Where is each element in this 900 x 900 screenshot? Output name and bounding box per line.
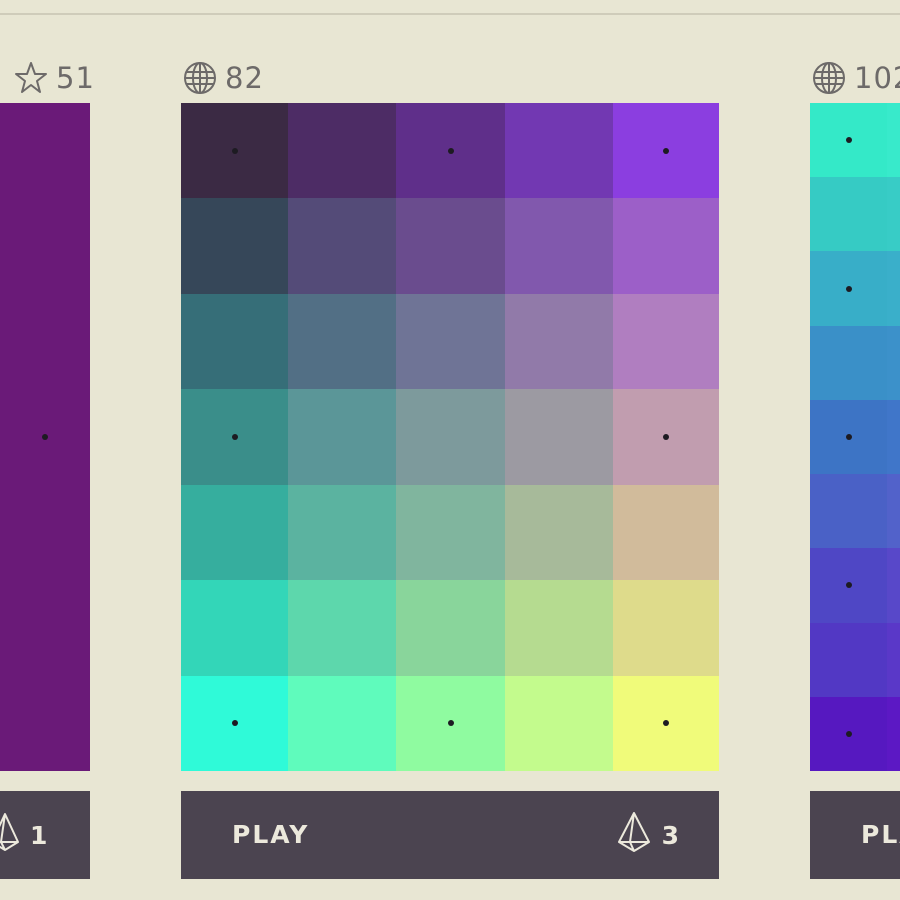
grid-tile[interactable]: [505, 675, 613, 771]
play-button[interactable]: PLAY: [810, 791, 900, 879]
fixed-tile-dot: [845, 285, 852, 292]
grid-tile[interactable]: [181, 484, 288, 581]
grid-tile[interactable]: [505, 484, 613, 581]
grid-tile[interactable]: [887, 103, 900, 178]
grid-tile[interactable]: [288, 293, 396, 390]
grid-tile[interactable]: [505, 293, 613, 390]
fixed-tile-dot: [42, 434, 48, 440]
grid-tile[interactable]: [396, 293, 505, 390]
grid-tile[interactable]: [181, 389, 288, 485]
moves-indicator: 3: [616, 791, 679, 879]
grid-tile[interactable]: [288, 389, 396, 485]
grid-tile[interactable]: [396, 389, 505, 485]
fixed-tile-dot: [663, 720, 669, 727]
level-number: 82: [225, 61, 264, 95]
grid-tile[interactable]: [505, 198, 613, 294]
grid-tile[interactable]: [505, 103, 613, 199]
moves-count: 1: [30, 820, 48, 850]
fixed-tile-dot: [447, 720, 454, 727]
grid-tile[interactable]: [288, 103, 396, 199]
grid-tile[interactable]: [181, 580, 288, 676]
grid-tile[interactable]: [887, 474, 900, 549]
level-number: 102: [854, 61, 900, 95]
top-divider: [0, 13, 900, 15]
star-icon: [14, 61, 48, 95]
grid-tile[interactable]: [181, 293, 288, 390]
color-grid[interactable]: [0, 103, 90, 771]
grid-tile[interactable]: [613, 675, 719, 771]
fixed-tile-dot: [845, 433, 852, 440]
pyramid-icon: [0, 812, 20, 858]
level-badge: 102: [812, 58, 900, 98]
fixed-tile-dot: [231, 433, 238, 440]
play-label: PLAY: [861, 820, 900, 849]
grid-tile[interactable]: [288, 198, 396, 294]
globe-icon: [812, 61, 846, 95]
grid-tile[interactable]: [396, 198, 505, 294]
grid-tile[interactable]: [810, 399, 887, 475]
fixed-tile-dot: [845, 582, 852, 589]
fixed-tile-dot: [231, 147, 238, 154]
level-number: 51: [56, 61, 95, 95]
color-grid[interactable]: [810, 103, 900, 771]
grid-tile[interactable]: [396, 580, 505, 676]
grid-tile[interactable]: [887, 251, 900, 326]
grid-tile[interactable]: [181, 675, 288, 771]
grid-tile[interactable]: [810, 622, 887, 697]
grid-tile[interactable]: [887, 325, 900, 400]
fixed-tile-dot: [663, 147, 669, 154]
fixed-tile-dot: [447, 147, 454, 154]
grid-tile[interactable]: [505, 580, 613, 676]
play-button[interactable]: PLAY 3: [181, 791, 719, 879]
fixed-tile-dot: [845, 730, 852, 737]
play-button[interactable]: 1: [0, 791, 90, 879]
pyramid-icon: [616, 811, 652, 859]
fixed-tile-dot: [231, 720, 238, 727]
play-label: PLAY: [232, 820, 310, 849]
level-badge: 82: [183, 58, 264, 98]
grid-tile[interactable]: [613, 389, 719, 485]
grid-tile[interactable]: [396, 103, 505, 199]
grid-tile[interactable]: [810, 325, 887, 400]
grid-tile[interactable]: [288, 675, 396, 771]
grid-tile[interactable]: [887, 696, 900, 771]
grid-tile[interactable]: [505, 389, 613, 485]
grid-tile[interactable]: [887, 622, 900, 697]
grid-tile[interactable]: [613, 484, 719, 581]
grid-tile[interactable]: [396, 675, 505, 771]
grid-tile[interactable]: [613, 580, 719, 676]
grid-tile[interactable]: [613, 103, 719, 199]
globe-icon: [183, 61, 217, 95]
moves-indicator: 1: [0, 791, 47, 879]
grid-tile[interactable]: [810, 251, 887, 326]
moves-count: 3: [661, 820, 679, 850]
grid-tile[interactable]: [288, 580, 396, 676]
grid-tile[interactable]: [0, 103, 90, 771]
fixed-tile-dot: [845, 137, 852, 144]
grid-tile[interactable]: [288, 484, 396, 581]
grid-tile[interactable]: [181, 103, 288, 199]
fixed-tile-dot: [663, 433, 669, 440]
grid-tile[interactable]: [613, 293, 719, 390]
grid-tile[interactable]: [810, 474, 887, 549]
grid-tile[interactable]: [613, 198, 719, 294]
grid-tile[interactable]: [887, 399, 900, 475]
grid-tile[interactable]: [810, 548, 887, 623]
grid-tile[interactable]: [810, 177, 887, 252]
grid-tile[interactable]: [181, 198, 288, 294]
level-badge: 51: [14, 58, 95, 98]
grid-tile[interactable]: [396, 484, 505, 581]
grid-tile[interactable]: [887, 548, 900, 623]
grid-tile[interactable]: [810, 696, 887, 771]
grid-tile[interactable]: [887, 177, 900, 252]
color-grid[interactable]: [181, 103, 719, 771]
grid-tile[interactable]: [810, 103, 887, 178]
